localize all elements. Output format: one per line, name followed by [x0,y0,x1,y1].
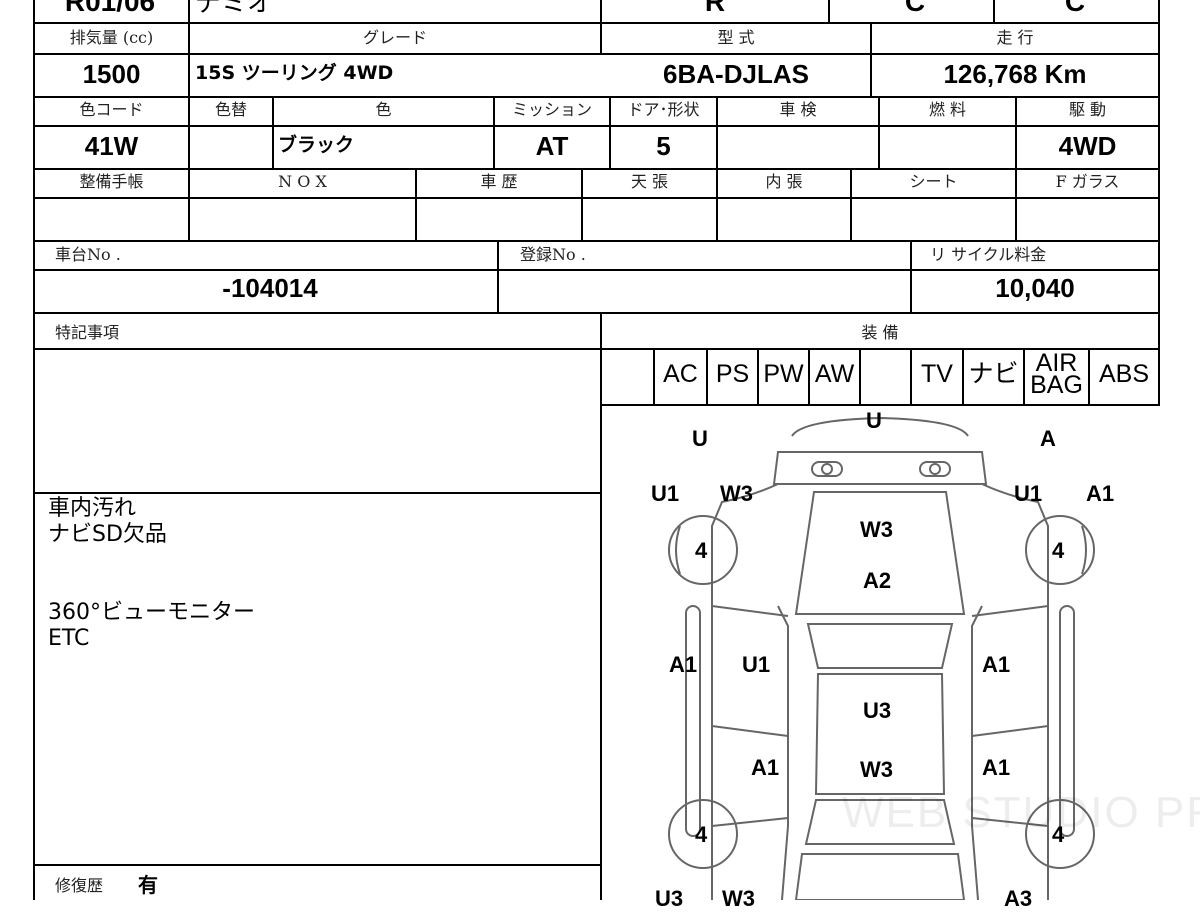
model-code-label: 型 式 [717,28,755,47]
fog-left-outline [821,463,833,475]
recycle-fee-value: 10,040 [995,273,1075,303]
front-glass-label: F ガラス [1055,172,1120,191]
left-pillar-outline [777,605,789,900]
damage-rear-left2: W3 [722,886,755,911]
wheel-arch-fl [675,525,681,575]
front-grille-outline [772,451,988,485]
damage-hood-2: A2 [863,568,892,593]
transmission-value: AT [535,131,569,161]
watermark: WEB STUDIO PRO [842,788,1200,837]
damage-fl-light: W3 [720,481,753,506]
damage-side-left: A1 [669,652,698,677]
transmission-label: ミッション [511,100,592,119]
remarks-label: 特記事項 [55,323,120,342]
inspection-label: 車 検 [779,100,817,119]
damage-fl-fender: U1 [651,481,680,506]
chassis-no-value: -104014 [222,273,318,303]
grade-value: 15S ツーリング 4WD [195,62,394,84]
first-registration-date: R01/06 [64,0,156,17]
score-c2: C [1064,0,1086,17]
nox-label: N O X [278,172,327,191]
model-code-value: 6BA-DJLAS [663,59,809,89]
recycle-fee-label: リ サイクル料金 [930,245,1047,264]
damage-hood-1: W3 [860,517,893,542]
equipment-aw: AW [814,360,855,388]
damage-roof-1: U3 [863,698,892,723]
hood-outline [794,491,966,615]
damage-roof-2: W3 [860,757,893,782]
trunk-outline [794,853,966,900]
maintenance-label: 整備手帳 [79,172,144,191]
damage-rear-right: A3 [1004,886,1033,911]
damage-door-rl: A1 [751,755,780,780]
damage-front-left: U [692,426,708,451]
seat-label: シート [909,172,958,191]
drive-label: 駆 動 [1068,100,1107,119]
left-door-lines [711,605,789,827]
equipment-airbag: AIR BAG [1030,349,1083,399]
damage-door-fl: U1 [742,652,771,677]
equipment-abs: ABS [1098,360,1150,388]
color-code-value: 41W [84,131,139,161]
damage-fr-fender: U1 [1014,481,1043,506]
mileage-value: 126,768 Km [943,59,1087,89]
remarks-notes: 車内汚れ ナビSD欠品 360°ビューモニター ETC [48,496,255,651]
damage-wheel-fl: 4 [695,538,708,563]
equipment-ac: AC [663,360,698,388]
displacement-label: 排気量 (cc) [69,28,154,47]
damage-front-right: A [1040,426,1056,451]
history-label: 車 歴 [480,172,518,191]
color-change-label: 色替 [214,100,247,119]
equipment-tv: TV [921,360,953,388]
equipment-navi: ナビ [968,360,1019,388]
roof-lining-label: 天 張 [630,172,669,191]
repair-history-value: 有 [138,873,158,897]
damage-door-fr: A1 [982,652,1011,677]
score-c1: C [904,0,926,17]
wheel-arch-fr [1081,525,1087,575]
left-body-outline [711,483,779,900]
equipment-ps: PS [715,360,750,388]
windshield-outline [806,623,954,669]
door-shape-value: 5 [656,131,671,161]
door-shape-label: ドア･形状 [627,100,700,119]
car-model-name: デミオ [195,0,274,17]
color-label: 色 [375,100,392,119]
fuel-label: 燃 料 [928,100,967,119]
equipment-pw: PW [763,360,804,388]
damage-wheel-rl: 4 [695,822,708,847]
right-pillar-outline [971,605,983,900]
drive-value: 4WD [1058,131,1117,161]
score-r: R [704,0,726,17]
damage-roof-top: U [866,408,882,433]
chassis-no-label: 車台No . [55,245,121,264]
displacement-value: 1500 [82,59,141,89]
grade-label: グレード [362,28,427,47]
damage-fr-light: A1 [1086,481,1115,506]
interior-lining-label: 内 張 [765,172,803,191]
damage-door-rr: A1 [982,755,1011,780]
color-code-label: 色コード [79,100,144,119]
color-value: ブラック [278,134,355,156]
damage-wheel-fr: 4 [1052,538,1065,563]
mileage-label: 走 行 [996,28,1034,47]
damage-rear-left: U3 [655,886,684,911]
registration-no-label: 登録No . [520,245,586,264]
equipment-label: 装 備 [861,323,899,342]
fog-right-outline [929,463,941,475]
repair-history-label: 修復歴 [55,876,104,895]
